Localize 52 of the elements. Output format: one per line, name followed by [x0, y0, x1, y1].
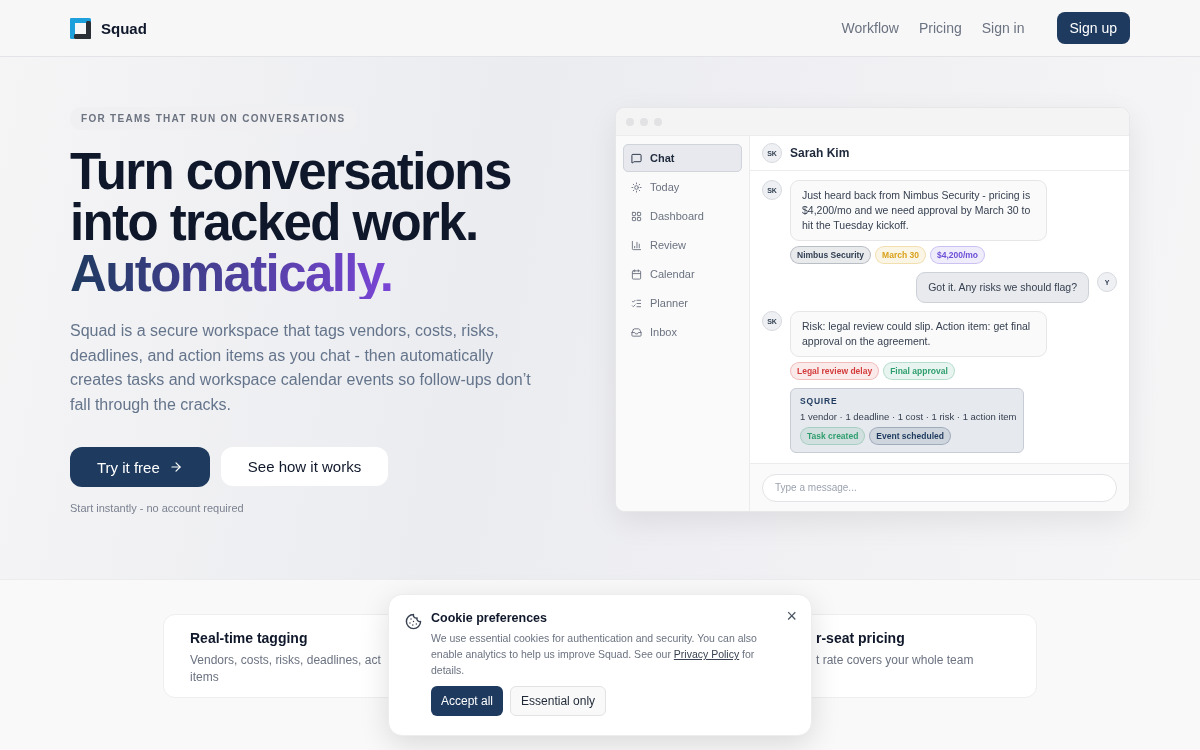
hero-note: Start instantly - no account required [70, 502, 244, 514]
bar-chart-icon [631, 239, 642, 251]
sidebar-item[interactable]: Inbox [623, 318, 742, 346]
privacy-policy-link[interactable]: Privacy Policy [673, 648, 740, 660]
feature-text: Vendors, costs, risks, deadlines, act items [190, 652, 382, 686]
cookie-icon [405, 613, 422, 630]
logo-icon [70, 17, 91, 39]
inbox-icon [631, 326, 642, 338]
tag: $4,200/mo [929, 246, 986, 264]
tag: Final approval [883, 362, 955, 380]
see-how-button[interactable]: See how it works [220, 447, 389, 486]
contact-name: Sarah Kim [790, 146, 850, 160]
headline: into tracked work. [70, 197, 478, 248]
hero-description: Squad is a secure workspace that tags vendors, costs, risks, deadlines, and action items as you chat - then automatically creates tasks and workspace calendar events so follow-ups don’t fall through the cracks. [70, 321, 532, 415]
sun-icon [631, 181, 642, 193]
chat-icon [631, 152, 642, 164]
calendar-icon [631, 268, 642, 280]
tag: Event scheduled [869, 427, 951, 445]
feature-title: Real-time tagging [190, 630, 309, 646]
try-free-button[interactable]: Try it free [70, 447, 210, 487]
brand-name: Squad [101, 19, 147, 37]
sidebar-item[interactable]: Today [623, 173, 742, 201]
tag: March 30 [875, 246, 926, 264]
arrow-icon [168, 460, 183, 474]
sidebar-item[interactable]: Review [623, 231, 742, 259]
feature-title: r-seat pricing [816, 630, 906, 646]
sidebar-item[interactable]: Dashboard [623, 202, 742, 230]
checklist-icon [631, 297, 642, 309]
message-bubble: Just heard back from Nimbus Security - pricing is $4,200/mo and we need approval by March 30 to hit the Tuesday kickoff. [790, 180, 1047, 241]
accept-all-button[interactable]: Accept all [431, 686, 504, 716]
summary-title: SQUIRE [800, 396, 839, 406]
essential-only-button[interactable]: Essential only [510, 686, 607, 716]
tag: Task created [800, 427, 866, 445]
sidebar-item[interactable]: Calendar [623, 260, 742, 288]
message-bubble: Risk: legal review could slip. Action item: get final approval on the agreement. [790, 311, 1047, 357]
feature-text: t rate covers your whole team [816, 652, 975, 669]
nav-link[interactable]: Pricing [918, 20, 962, 36]
nav-link[interactable]: Sign in [981, 20, 1025, 36]
message-bubble: Got it. Any risks we should flag? [916, 272, 1089, 303]
nav-link[interactable]: Workflow [841, 20, 899, 36]
summary-text: 1 vendor · 1 deadline · 1 cost · 1 risk · 1 action item [800, 411, 1014, 422]
sidebar-item[interactable]: Planner [623, 289, 742, 317]
tag: Legal review delay [790, 362, 880, 380]
cookie-title: Cookie preferences [431, 611, 549, 625]
cookie-text: We use essential cookies for authentication and security. You can also enable analytics to help us improve Squad. See our Privacy Policy for details. [431, 631, 758, 678]
headline: Turn conversations [70, 146, 511, 197]
grid-icon [631, 210, 642, 222]
close-button[interactable]: × [786, 607, 797, 625]
sidebar-item[interactable]: Chat [623, 144, 742, 172]
message-input[interactable]: Type a message... [762, 473, 1117, 502]
sign-up-button[interactable]: Sign up [1056, 12, 1130, 44]
tag: Nimbus Security [790, 246, 872, 264]
